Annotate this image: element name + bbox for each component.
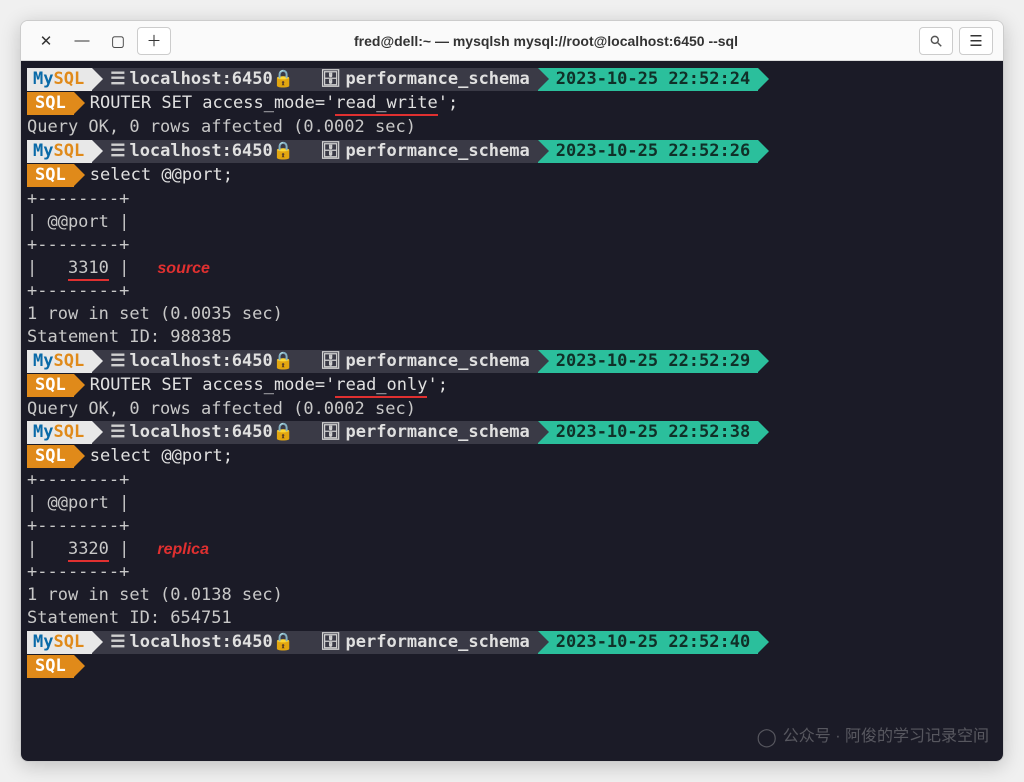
titlebar: ✕ — ▢ ＋ fred@dell:~ — mysqlsh mysql://ro… xyxy=(21,21,1003,61)
table-sep: +--------+ xyxy=(27,234,997,257)
query-result: Query OK, 0 rows affected (0.0002 sec) xyxy=(27,116,997,139)
table-sep: +--------+ xyxy=(27,469,997,492)
schema-segment: 🗄performance_schema xyxy=(302,140,538,163)
table-sep: +--------+ xyxy=(27,188,997,211)
table-sep: +--------+ xyxy=(27,561,997,584)
database-icon: 🗄 xyxy=(320,68,342,91)
terminal-window: ✕ — ▢ ＋ fred@dell:~ — mysqlsh mysql://ro… xyxy=(20,20,1004,762)
schema-segment: 🗄performance_schema xyxy=(302,421,538,444)
window-title: fred@dell:~ — mysqlsh mysql://root@local… xyxy=(173,33,919,49)
schema-segment: 🗄performance_schema xyxy=(302,68,538,91)
minimize-icon[interactable]: — xyxy=(65,27,99,55)
sql-badge: SQL xyxy=(27,655,74,678)
annotation-replica: replica xyxy=(157,541,209,558)
sql-command: select @@port; xyxy=(90,164,233,187)
server-icon: ☰ xyxy=(110,421,125,444)
lock-icon: 🔒 xyxy=(273,140,294,163)
prompt-line: MySQL ☰localhost:6450 🔒 🗄performance_sch… xyxy=(27,421,997,444)
host-segment: ☰localhost:6450 🔒 xyxy=(92,350,302,373)
mysql-badge: MySQL xyxy=(27,68,92,91)
timestamp-segment: 2023-10-25 22:52:29 xyxy=(538,350,758,373)
lock-icon: 🔒 xyxy=(273,421,294,444)
schema-segment: 🗄performance_schema xyxy=(302,631,538,654)
sql-prompt-line: SQL select @@port; xyxy=(27,164,997,187)
host-segment: ☰localhost:6450 🔒 xyxy=(92,140,302,163)
statement-id: Statement ID: 988385 xyxy=(27,326,997,349)
query-result: Query OK, 0 rows affected (0.0002 sec) xyxy=(27,398,997,421)
timestamp-segment: 2023-10-25 22:52:24 xyxy=(538,68,758,91)
mysql-badge: MySQL xyxy=(27,140,92,163)
close-icon[interactable]: ✕ xyxy=(29,27,63,55)
table-row: | 3320 |replica xyxy=(27,538,997,561)
menu-icon[interactable]: ☰ xyxy=(959,27,993,55)
host-segment: ☰localhost:6450 🔒 xyxy=(92,631,302,654)
database-icon: 🗄 xyxy=(320,631,342,654)
prompt-line: MySQL ☰localhost:6450 🔒 🗄performance_sch… xyxy=(27,140,997,163)
sql-command: ROUTER SET access_mode='read_only'; xyxy=(90,374,448,397)
annotation-source: source xyxy=(157,260,209,277)
table-header: | @@port | xyxy=(27,211,997,234)
sql-command: select @@port; xyxy=(90,445,233,468)
sql-prompt-line: SQL select @@port; xyxy=(27,445,997,468)
lock-icon: 🔒 xyxy=(273,350,294,373)
server-icon: ☰ xyxy=(110,350,125,373)
timestamp-segment: 2023-10-25 22:52:40 xyxy=(538,631,758,654)
sql-prompt-line: SQL ROUTER SET access_mode='read_write'; xyxy=(27,92,997,115)
sql-badge: SQL xyxy=(27,164,74,187)
sql-prompt-line: SQL xyxy=(27,655,997,678)
sql-command: ROUTER SET access_mode='read_write'; xyxy=(90,92,458,115)
watermark: ◯ 公众号 · 阿俊的学习记录空间 xyxy=(757,725,989,749)
database-icon: 🗄 xyxy=(320,421,342,444)
query-result: 1 row in set (0.0035 sec) xyxy=(27,303,997,326)
prompt-line: MySQL ☰localhost:6450 🔒 🗄performance_sch… xyxy=(27,350,997,373)
maximize-icon[interactable]: ▢ xyxy=(101,27,135,55)
host-segment: ☰localhost:6450 🔒 xyxy=(92,68,302,91)
database-icon: 🗄 xyxy=(320,140,342,163)
statement-id: Statement ID: 654751 xyxy=(27,607,997,630)
schema-segment: 🗄performance_schema xyxy=(302,350,538,373)
host-segment: ☰localhost:6450 🔒 xyxy=(92,421,302,444)
lock-icon: 🔒 xyxy=(273,631,294,654)
search-icon[interactable] xyxy=(919,27,953,55)
table-header: | @@port | xyxy=(27,492,997,515)
table-row: | 3310 |source xyxy=(27,257,997,280)
mysql-badge: MySQL xyxy=(27,421,92,444)
query-result: 1 row in set (0.0138 sec) xyxy=(27,584,997,607)
prompt-line: MySQL ☰localhost:6450 🔒 🗄performance_sch… xyxy=(27,631,997,654)
prompt-line: MySQL ☰localhost:6450 🔒 🗄performance_sch… xyxy=(27,68,997,91)
timestamp-segment: 2023-10-25 22:52:38 xyxy=(538,421,758,444)
server-icon: ☰ xyxy=(110,140,125,163)
sql-badge: SQL xyxy=(27,445,74,468)
table-sep: +--------+ xyxy=(27,280,997,303)
server-icon: ☰ xyxy=(110,631,125,654)
wechat-icon: ◯ xyxy=(757,725,777,749)
new-tab-button[interactable]: ＋ xyxy=(137,27,171,55)
database-icon: 🗄 xyxy=(320,350,342,373)
timestamp-segment: 2023-10-25 22:52:26 xyxy=(538,140,758,163)
table-sep: +--------+ xyxy=(27,515,997,538)
terminal-body[interactable]: MySQL ☰localhost:6450 🔒 🗄performance_sch… xyxy=(21,61,1003,761)
lock-icon: 🔒 xyxy=(273,68,294,91)
sql-badge: SQL xyxy=(27,374,74,397)
mysql-badge: MySQL xyxy=(27,350,92,373)
sql-badge: SQL xyxy=(27,92,74,115)
mysql-badge: MySQL xyxy=(27,631,92,654)
sql-prompt-line: SQL ROUTER SET access_mode='read_only'; xyxy=(27,374,997,397)
server-icon: ☰ xyxy=(110,68,125,91)
